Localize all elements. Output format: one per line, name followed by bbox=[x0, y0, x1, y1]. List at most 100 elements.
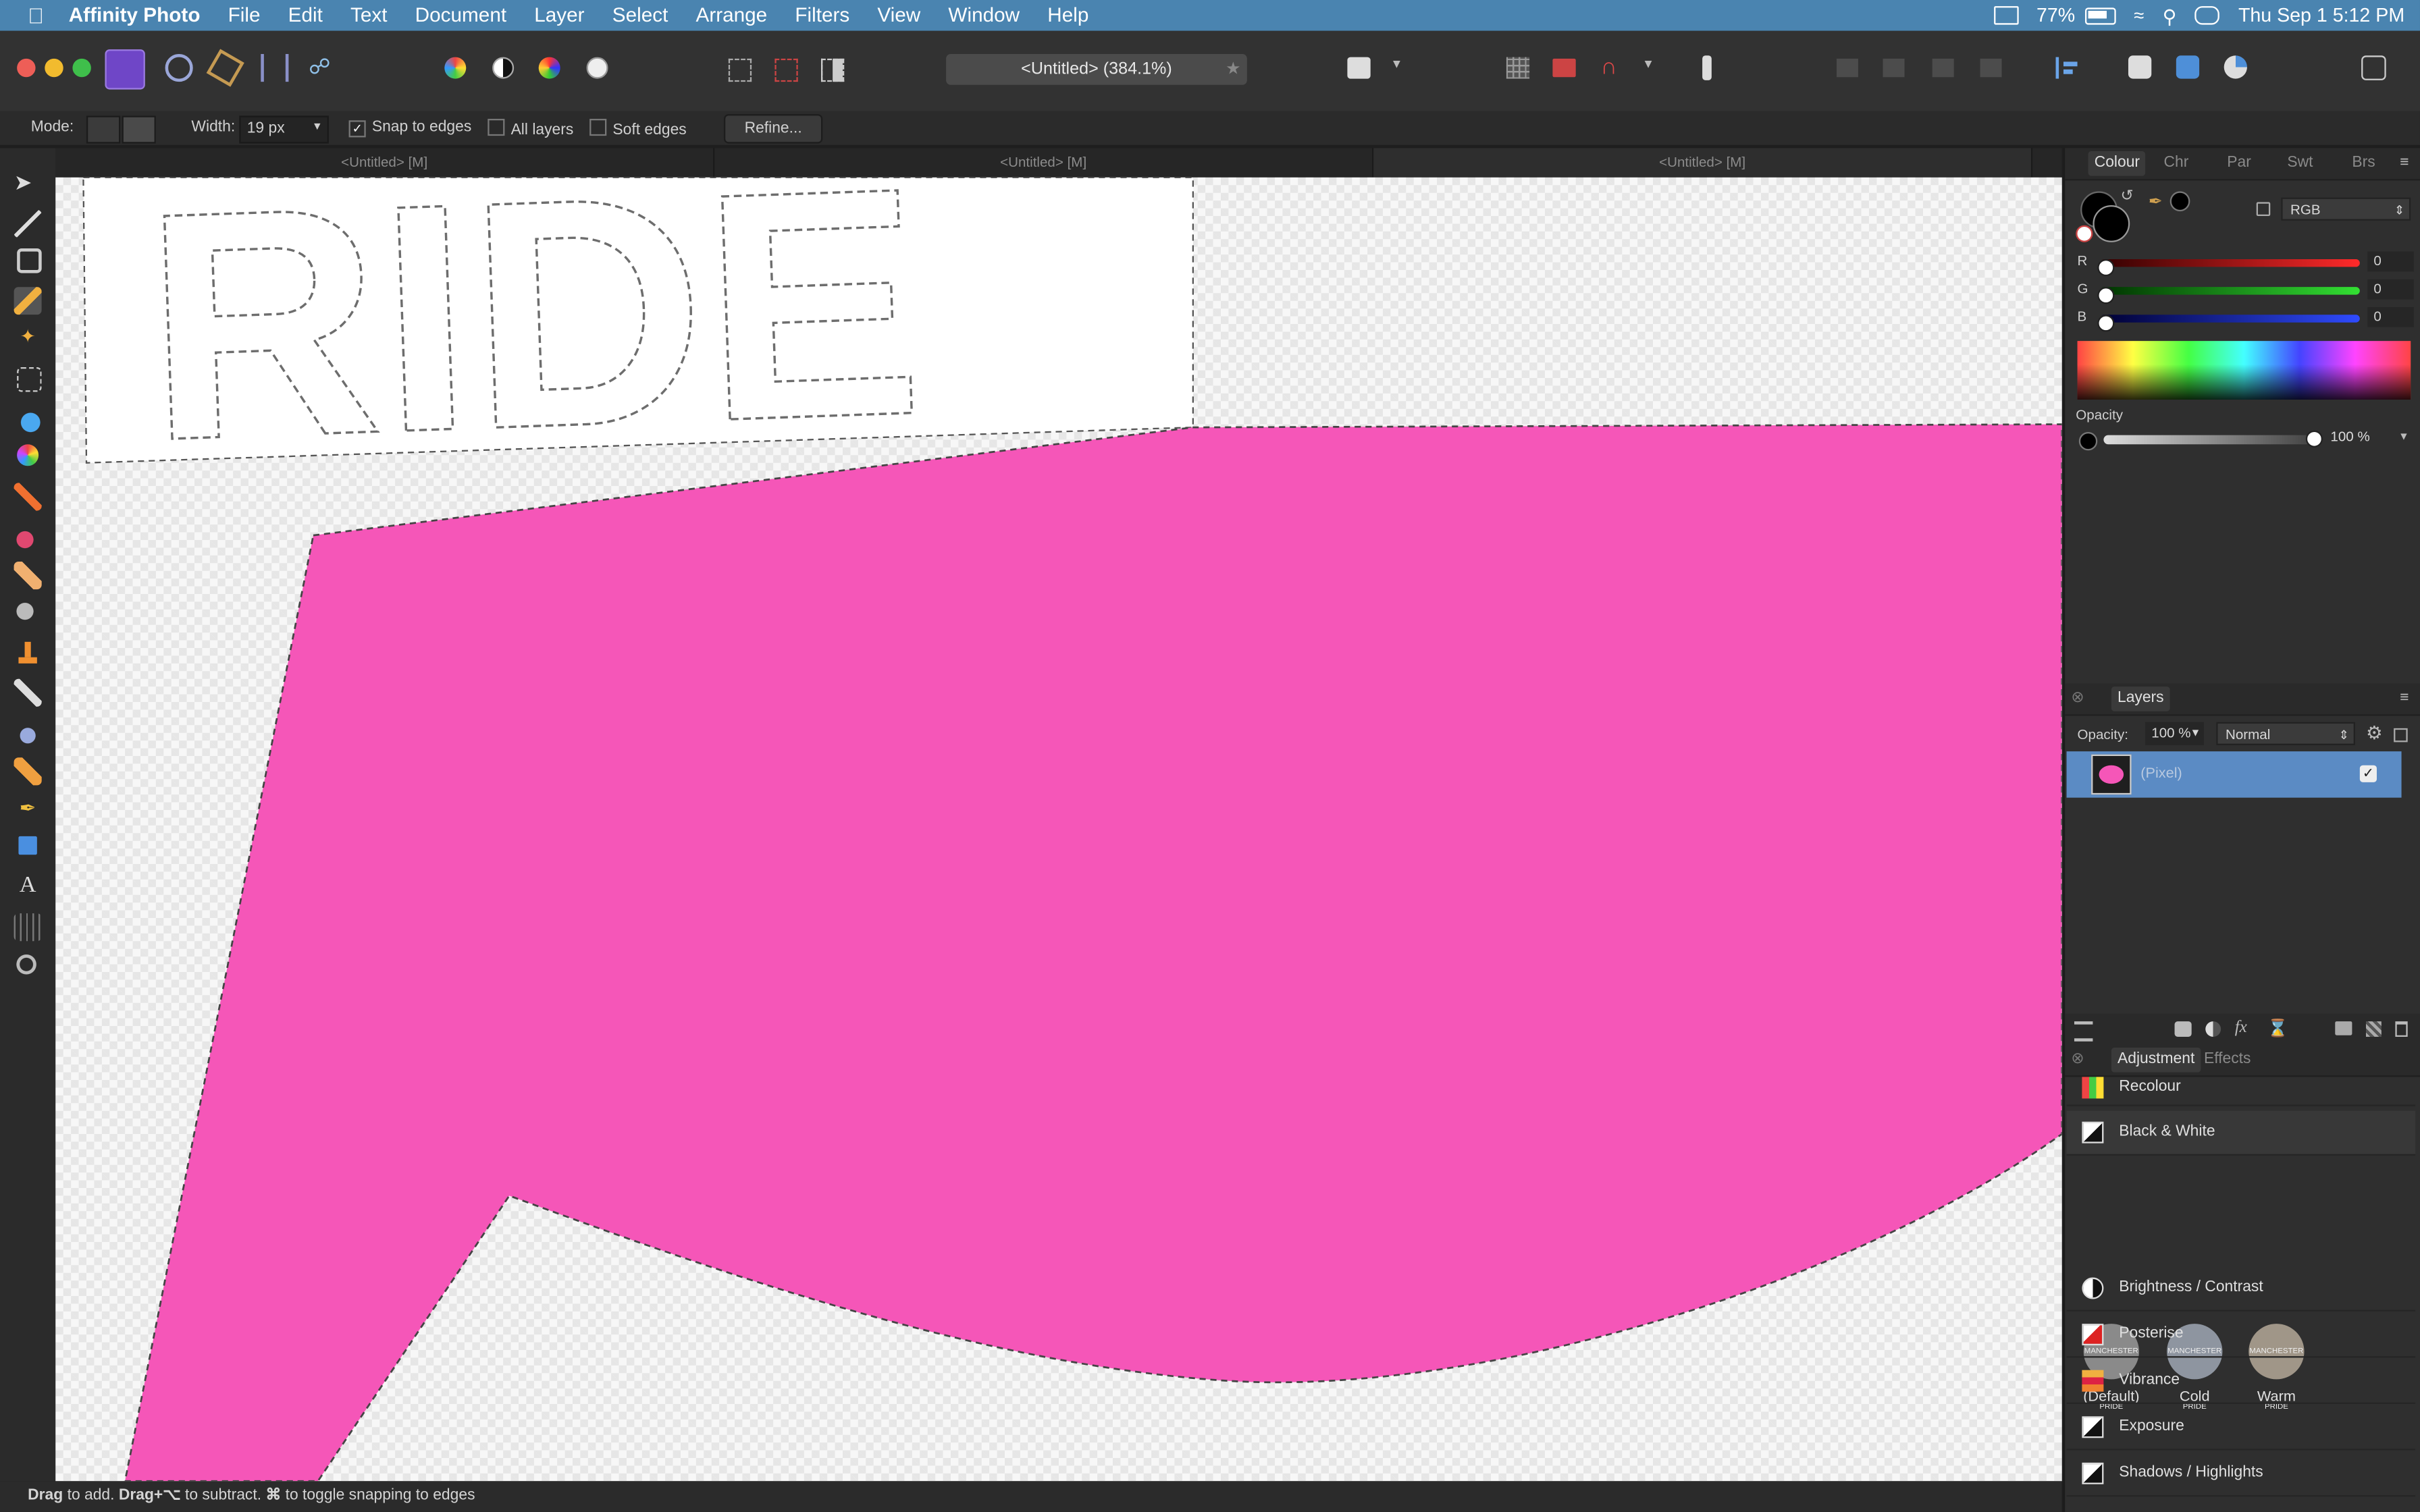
layer-stack-icon[interactable] bbox=[2074, 1021, 2093, 1042]
battery-icon[interactable] bbox=[2084, 7, 2115, 24]
menu-window[interactable]: Window bbox=[935, 0, 1034, 31]
snap-to-edges-checkbox[interactable]: ✓ Snap to edges bbox=[348, 119, 471, 138]
wifi-icon[interactable]: ≈ bbox=[2134, 5, 2144, 26]
tab-brushes[interactable]: Brs bbox=[2352, 155, 2375, 171]
fx-icon[interactable]: fx bbox=[2235, 1019, 2247, 1037]
adjustment-vibrance[interactable]: Vibrance bbox=[2066, 1359, 2416, 1404]
assistant-icon[interactable] bbox=[1552, 58, 1576, 78]
gradient-tool-icon[interactable] bbox=[17, 444, 39, 466]
control-center-icon[interactable] bbox=[2194, 6, 2220, 25]
boolean-subtract-icon[interactable] bbox=[2176, 55, 2200, 79]
marquee-tool-icon[interactable] bbox=[17, 367, 42, 392]
deselect-icon[interactable] bbox=[774, 58, 798, 82]
close-adjustment-icon[interactable]: ⊗ bbox=[2071, 1051, 2084, 1068]
develop-persona-icon[interactable] bbox=[206, 49, 244, 87]
force-pixel-alignment-icon[interactable] bbox=[1702, 55, 1712, 80]
adjustment-shadows-highlights[interactable]: Shadows / Highlights bbox=[2066, 1452, 2416, 1497]
paint-brush-tool-icon[interactable] bbox=[14, 483, 42, 511]
color-picker-tool-icon[interactable] bbox=[14, 209, 42, 238]
selection-brush-tool-icon[interactable] bbox=[14, 287, 42, 315]
adjustment-recolour[interactable]: Recolour bbox=[2066, 1074, 2416, 1106]
blur-tool-icon[interactable] bbox=[14, 719, 42, 747]
layer-settings-icon[interactable]: ⚙ bbox=[2366, 722, 2383, 744]
layer-row-pixel[interactable]: (Pixel) ✓ bbox=[2066, 751, 2402, 798]
dodge-tool-icon[interactable] bbox=[14, 600, 42, 628]
tone-mapping-persona-icon[interactable] bbox=[261, 53, 289, 82]
slider-red-knob[interactable] bbox=[2097, 259, 2115, 277]
export-persona-icon[interactable]: ☍ bbox=[309, 54, 336, 82]
slider-green-value[interactable]: 0 bbox=[2367, 279, 2414, 300]
stroke-colour-swatch[interactable] bbox=[2093, 205, 2130, 242]
quick-mask-icon[interactable] bbox=[1347, 57, 1371, 79]
rectangle-tool-icon[interactable] bbox=[18, 836, 37, 855]
tab-character[interactable]: Chr bbox=[2164, 155, 2189, 171]
smudge-tool-icon[interactable] bbox=[14, 678, 42, 707]
menu-view[interactable]: View bbox=[864, 0, 935, 31]
arrange-back-icon[interactable] bbox=[1836, 58, 1858, 78]
slider-red-value[interactable]: 0 bbox=[2367, 251, 2414, 272]
panel-menu-icon[interactable]: ≡ bbox=[2400, 155, 2409, 171]
adjustment-black-white[interactable]: Black & White bbox=[2066, 1110, 2416, 1156]
auto-white-balance-icon[interactable] bbox=[586, 57, 608, 79]
add-pixel-layer-icon[interactable] bbox=[2365, 1021, 2382, 1037]
tab-effects[interactable]: Effects bbox=[2204, 1051, 2251, 1068]
swap-colours-icon[interactable]: ↺ bbox=[2121, 188, 2134, 205]
marquee-selection-icon[interactable] bbox=[728, 58, 752, 82]
move-tool-icon[interactable]: ➤ bbox=[14, 169, 42, 197]
pen-tool-icon[interactable]: ✒ bbox=[14, 796, 42, 824]
opacity-value[interactable]: 100 % bbox=[2330, 429, 2369, 444]
layer-lock-icon[interactable] bbox=[2394, 728, 2408, 742]
layer-opacity-field[interactable]: 100 % ▼ bbox=[2145, 722, 2204, 745]
zoom-window-button[interactable] bbox=[72, 58, 91, 78]
adjustment-exposure[interactable]: Exposure bbox=[2066, 1405, 2416, 1451]
layers-menu-icon[interactable]: ≡ bbox=[2400, 690, 2409, 707]
clone-tool-icon[interactable] bbox=[14, 639, 42, 667]
spotlight-icon[interactable]: ⚲ bbox=[2163, 4, 2177, 27]
colour-replacement-tool-icon[interactable] bbox=[14, 522, 42, 551]
adjustment-posterise[interactable]: Posterise bbox=[2066, 1313, 2416, 1358]
menu-document[interactable]: Document bbox=[401, 0, 521, 31]
auto-contrast-icon[interactable] bbox=[492, 57, 515, 79]
layer-visibility-checkbox[interactable]: ✓ bbox=[2359, 765, 2377, 782]
arrange-backward-icon[interactable] bbox=[1883, 58, 1905, 78]
tab-colour[interactable]: Colour bbox=[2088, 151, 2147, 176]
menu-arrange[interactable]: Arrange bbox=[682, 0, 781, 31]
lock-icon[interactable] bbox=[2256, 202, 2271, 216]
boolean-add-icon[interactable] bbox=[2128, 55, 2152, 79]
liquify-persona-icon[interactable] bbox=[165, 53, 193, 82]
menu-text[interactable]: Text bbox=[336, 0, 401, 31]
app-menu[interactable]: Affinity Photo bbox=[44, 0, 214, 31]
auto-levels-icon[interactable] bbox=[444, 57, 467, 79]
tab-adjustment[interactable]: Adjustment bbox=[2111, 1047, 2201, 1073]
star-icon[interactable]: ★ bbox=[1226, 54, 1241, 85]
document-tab-1[interactable]: <Untitled> [M] bbox=[55, 148, 715, 178]
slider-blue-track[interactable] bbox=[2097, 315, 2360, 332]
menu-layer[interactable]: Layer bbox=[521, 0, 598, 31]
opacity-slider[interactable] bbox=[2103, 435, 2311, 445]
menu-select[interactable]: Select bbox=[598, 0, 682, 31]
blend-mode-select[interactable]: Normal ⇕ bbox=[2216, 722, 2355, 745]
arrange-forward-icon[interactable] bbox=[1932, 58, 1954, 78]
slider-green[interactable]: G 0 bbox=[2078, 279, 2414, 304]
menu-edit[interactable]: Edit bbox=[274, 0, 336, 31]
adjustment-brightness-contrast[interactable]: Brightness / Contrast bbox=[2066, 1267, 2416, 1312]
width-dropdown-icon[interactable]: ▼ bbox=[312, 122, 323, 133]
apple-icon[interactable]:  bbox=[0, 3, 44, 28]
user-account-icon[interactable] bbox=[2361, 55, 2386, 80]
adjustment-layer-icon[interactable] bbox=[2205, 1021, 2221, 1037]
photo-persona-icon[interactable] bbox=[105, 49, 145, 90]
flood-fill-tool-icon[interactable] bbox=[14, 406, 42, 434]
minimize-window-button[interactable] bbox=[45, 58, 63, 78]
snapping-magnet-icon[interactable]: ∩ bbox=[1600, 54, 1617, 80]
no-colour-icon[interactable] bbox=[2076, 225, 2093, 242]
close-panel-icon[interactable]: ⊗ bbox=[2071, 690, 2084, 707]
delete-layer-icon[interactable] bbox=[2395, 1021, 2408, 1037]
grid-toggle-icon[interactable] bbox=[1506, 57, 1530, 79]
picked-colour-swatch[interactable] bbox=[2169, 191, 2190, 212]
document-title[interactable]: <Untitled> (384.1%) ★ bbox=[946, 53, 1247, 85]
menu-help[interactable]: Help bbox=[1034, 0, 1103, 31]
tab-paragraph[interactable]: Par bbox=[2227, 155, 2251, 171]
eraser-tool-icon[interactable] bbox=[14, 561, 42, 590]
healing-brush-tool-icon[interactable] bbox=[14, 757, 42, 786]
document-tab-3[interactable]: <Untitled> [M] bbox=[1373, 148, 2033, 178]
